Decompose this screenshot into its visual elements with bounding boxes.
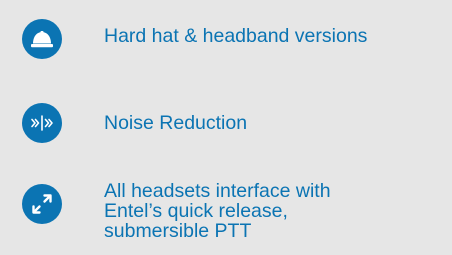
feature-label-line: All headsets interface with bbox=[104, 180, 331, 202]
feature-label-line: submersible PTT bbox=[104, 220, 252, 242]
feature-label: Noise Reduction bbox=[104, 112, 248, 134]
feature-label: Hard hat & headband versions bbox=[104, 25, 368, 47]
noise-reduction-icon bbox=[22, 103, 62, 143]
expand-arrows-icon bbox=[22, 184, 62, 224]
feature-label: All headsets interface with Entel’s quic… bbox=[104, 181, 331, 241]
hard-hat-icon bbox=[22, 19, 62, 59]
feature-label-line: Entel’s quick release, bbox=[104, 200, 288, 222]
